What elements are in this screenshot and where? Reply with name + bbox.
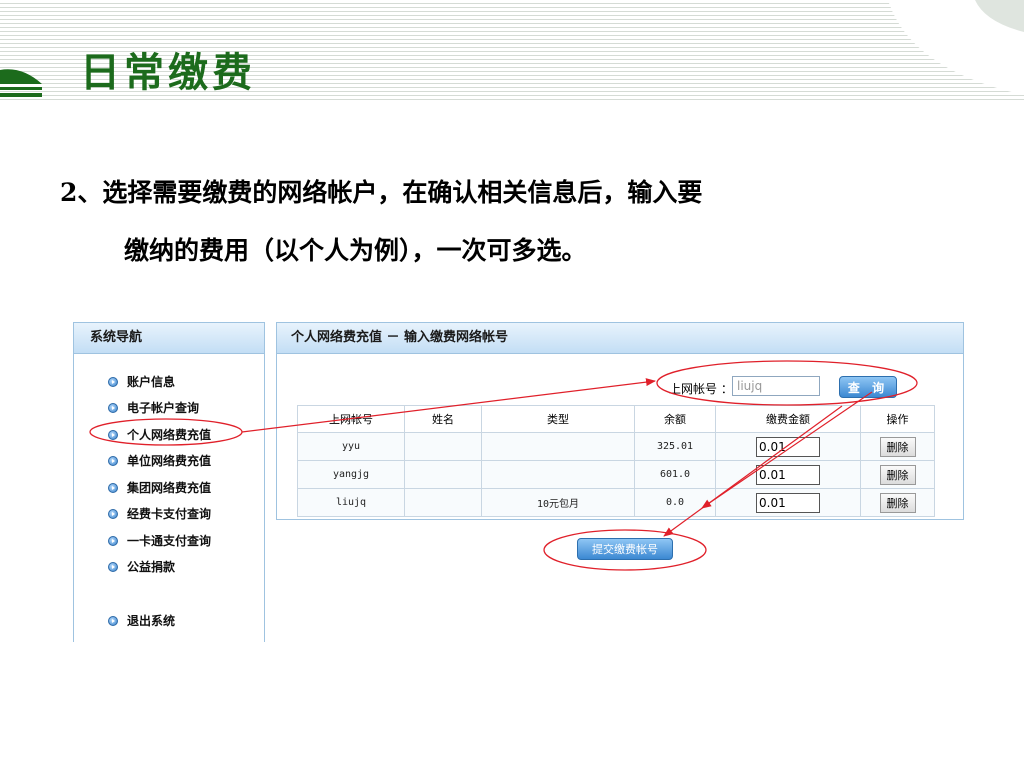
cell-action: 删除 <box>860 432 935 461</box>
cell-type <box>481 460 635 489</box>
account-input[interactable] <box>732 376 820 396</box>
nav-item-donation[interactable]: 公益捐款 <box>108 558 175 575</box>
nav-item-label: 个人网络费充值 <box>127 428 212 442</box>
nav-item-label: 一卡通支付查询 <box>127 534 212 548</box>
column-header: 姓名 <box>404 405 482 433</box>
nav-item-personal-recharge[interactable]: 个人网络费充值 <box>108 426 211 443</box>
nav-item-label: 退出系统 <box>127 614 176 628</box>
delete-button[interactable]: 删除 <box>879 492 916 513</box>
cell-account: yyu <box>297 432 405 461</box>
column-header: 上网帐号 <box>297 405 405 433</box>
arrow-bullet-icon <box>108 402 118 413</box>
table-row: liujq 10元包月 0.0 删除 <box>297 488 935 517</box>
cell-action: 删除 <box>860 460 935 489</box>
arrow-bullet-icon <box>108 615 118 626</box>
table-row: yyu 325.01 删除 <box>297 432 935 461</box>
amount-input[interactable] <box>756 492 820 513</box>
delete-button[interactable]: 删除 <box>879 436 916 457</box>
column-header: 缴费金额 <box>715 405 861 433</box>
account-label: 上网帐号 ： <box>669 382 733 396</box>
cell-action: 删除 <box>860 488 935 517</box>
recharge-panel-header: 个人网络费充值 － 输入缴费网络帐号 <box>277 323 963 354</box>
arrow-bullet-icon <box>108 429 118 440</box>
submit-account-button[interactable]: 提交缴费帐号 <box>577 538 673 560</box>
nav-item-account-info[interactable]: 账户信息 <box>108 373 175 390</box>
cell-account: liujq <box>297 488 405 517</box>
arrow-bullet-icon <box>108 561 118 572</box>
arrow-bullet-icon <box>108 508 118 519</box>
nav-item-e-account-query[interactable]: 电子帐户查询 <box>108 399 199 416</box>
nav-item-label: 电子帐户查询 <box>127 401 200 415</box>
nav-item-label: 单位网络费充值 <box>127 454 212 468</box>
instruction-line-1: 2、选择需要缴费的网络帐户，在确认相关信息后，输入要 <box>60 178 703 207</box>
table-header-row: 上网帐号 姓名 类型 余额 缴费金额 操作 <box>297 405 935 433</box>
amount-input[interactable] <box>756 464 820 485</box>
arrow-bullet-icon <box>108 455 118 466</box>
arrow-bullet-icon <box>108 535 118 546</box>
cell-balance: 601.0 <box>634 460 716 489</box>
cell-name <box>404 460 482 489</box>
cell-account: yangjg <box>297 460 405 489</box>
cell-amount <box>715 460 861 489</box>
arrow-bullet-icon <box>108 376 118 387</box>
cell-balance: 325.01 <box>634 432 716 461</box>
cell-amount <box>715 488 861 517</box>
table-row: yangjg 601.0 删除 <box>297 460 935 489</box>
account-table: 上网帐号 姓名 类型 余额 缴费金额 操作 yyu 325.01 删除 yang… <box>297 405 935 517</box>
nav-item-logout[interactable]: 退出系统 <box>108 612 175 629</box>
nav-header: 系统导航 <box>74 323 264 354</box>
cell-name <box>404 488 482 517</box>
column-header: 余额 <box>634 405 716 433</box>
arrow-bullet-icon <box>108 482 118 493</box>
column-header: 类型 <box>481 405 635 433</box>
nav-item-label: 账户信息 <box>127 375 176 389</box>
slide-instruction: 2、选择需要缴费的网络帐户，在确认相关信息后，输入要 缴纳的费用（以个人为例），… <box>60 164 960 280</box>
recharge-panel: 个人网络费充值 － 输入缴费网络帐号 上网帐号 ： 查 询 上网帐号 姓名 类型… <box>276 322 964 520</box>
header-leaf-bar-1 <box>0 87 42 90</box>
slide-title: 日常缴费 <box>80 49 256 96</box>
cell-name <box>404 432 482 461</box>
cell-balance: 0.0 <box>634 488 716 517</box>
nav-item-label: 经费卡支付查询 <box>127 507 212 521</box>
delete-button[interactable]: 删除 <box>879 464 916 485</box>
cell-amount <box>715 432 861 461</box>
query-button[interactable]: 查 询 <box>839 376 897 398</box>
header-leaf-mark <box>0 69 42 84</box>
instruction-line-2: 缴纳的费用（以个人为例），一次可多选。 <box>124 236 587 265</box>
nav-item-group-recharge[interactable]: 集团网络费充值 <box>108 479 211 496</box>
cell-type <box>481 432 635 461</box>
nav-item-campus-card-query[interactable]: 一卡通支付查询 <box>108 532 211 549</box>
nav-item-fund-card-query[interactable]: 经费卡支付查询 <box>108 505 211 522</box>
amount-input[interactable] <box>756 436 820 457</box>
column-header: 操作 <box>860 405 935 433</box>
nav-item-unit-recharge[interactable]: 单位网络费充值 <box>108 452 211 469</box>
system-navigation-panel: 系统导航 账户信息 电子帐户查询 个人网络费充值 单位网络费充值 集团网络费充值… <box>73 322 265 642</box>
cell-type: 10元包月 <box>481 488 635 517</box>
header-leaf-bar-2 <box>0 93 42 97</box>
nav-item-label: 集团网络费充值 <box>127 481 212 495</box>
nav-item-label: 公益捐款 <box>127 560 176 574</box>
